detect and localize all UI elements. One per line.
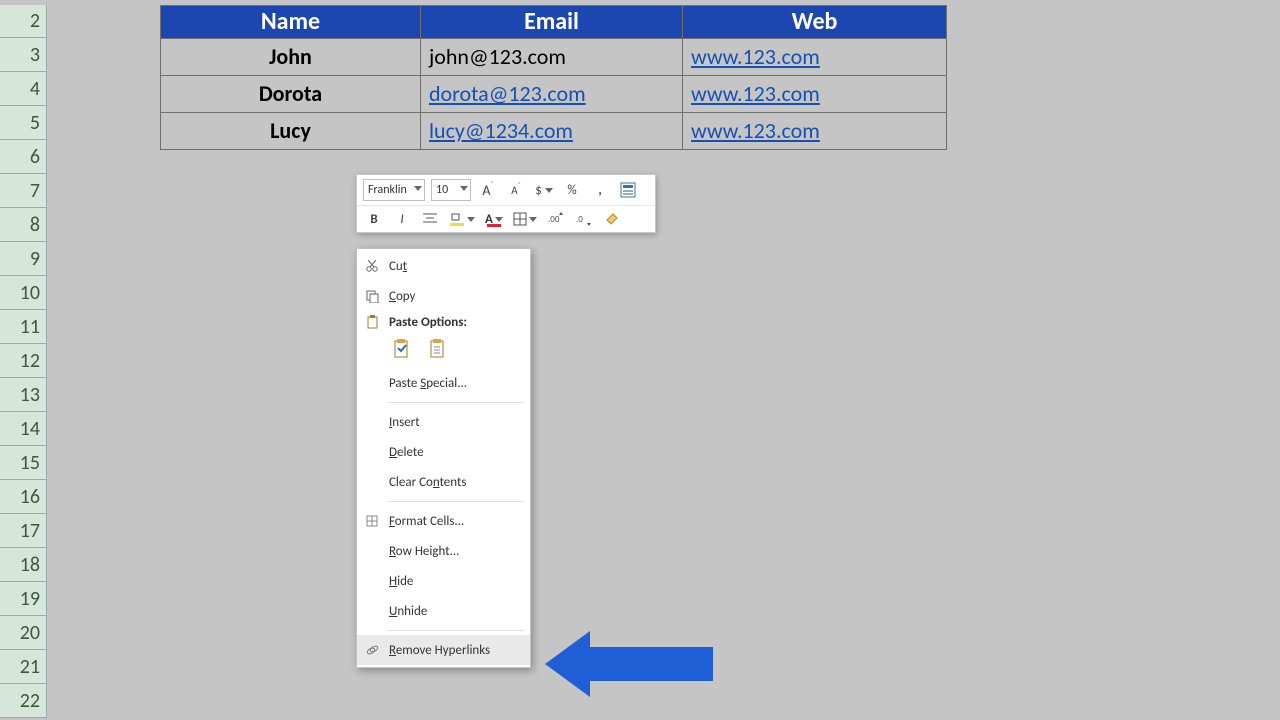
- format-painter-button[interactable]: [601, 210, 623, 228]
- mini-toolbar: Franklin 10 Aˆ Aˇ $ % , B I: [356, 174, 656, 233]
- row-header[interactable]: 20: [0, 616, 47, 650]
- row-header[interactable]: 8: [0, 208, 47, 242]
- row-header[interactable]: 3: [0, 38, 47, 72]
- svg-text:.00: .00: [548, 214, 560, 225]
- menu-insert-label: Insert: [389, 415, 522, 430]
- row-header[interactable]: 13: [0, 378, 47, 412]
- menu-unhide-label: Unhide: [389, 604, 522, 619]
- data-table: Name Email Web Johnjohn@123.comwww.123.c…: [160, 5, 947, 150]
- row-header[interactable]: 4: [0, 72, 47, 106]
- font-name-value: Franklin: [368, 183, 407, 197]
- increase-decimal-button[interactable]: .00: [545, 210, 567, 228]
- italic-button[interactable]: I: [391, 210, 413, 228]
- row-header[interactable]: 10: [0, 276, 47, 310]
- menu-clear-contents[interactable]: Clear Contents: [357, 467, 530, 497]
- cell-name[interactable]: John: [161, 39, 421, 76]
- row-header[interactable]: 9: [0, 242, 47, 276]
- menu-copy-label: Copy: [389, 289, 522, 304]
- col-header-name[interactable]: Name: [161, 6, 421, 39]
- row-header[interactable]: 17: [0, 514, 47, 548]
- menu-row-height-label: Row Height...: [389, 544, 522, 559]
- shrink-font-button[interactable]: Aˇ: [505, 181, 527, 199]
- menu-format-cells-label: Format Cells...: [389, 514, 522, 529]
- row-header[interactable]: 14: [0, 412, 47, 446]
- menu-remove-hyperlinks-label: Remove Hyperlinks: [389, 643, 522, 658]
- menu-cut[interactable]: Cut: [357, 251, 530, 281]
- font-color-button[interactable]: A: [483, 210, 505, 228]
- col-header-web[interactable]: Web: [683, 6, 947, 39]
- menu-format-cells[interactable]: Format Cells...: [357, 506, 530, 536]
- remove-hyperlink-icon: [363, 643, 381, 657]
- comma-format-button[interactable]: ,: [589, 181, 611, 199]
- format-cells-icon: [363, 515, 381, 527]
- menu-separator: [387, 501, 524, 502]
- font-size-value: 10: [436, 183, 448, 197]
- fill-color-button[interactable]: [447, 210, 477, 228]
- row-header[interactable]: 5: [0, 106, 47, 140]
- menu-paste-special[interactable]: Paste Special...: [357, 368, 530, 398]
- font-name-selector[interactable]: Franklin: [363, 179, 425, 201]
- row-header[interactable]: 7: [0, 174, 47, 208]
- menu-separator: [387, 630, 524, 631]
- row-header[interactable]: 22: [0, 684, 47, 718]
- cell-email[interactable]: john@123.com: [421, 39, 683, 76]
- menu-delete-label: Delete: [389, 445, 522, 460]
- menu-remove-hyperlinks[interactable]: Remove Hyperlinks: [357, 635, 530, 665]
- cell-name[interactable]: Dorota: [161, 76, 421, 113]
- row-header[interactable]: 21: [0, 650, 47, 684]
- table-row: Lucylucy@1234.comwww.123.com: [161, 113, 947, 150]
- menu-separator: [387, 402, 524, 403]
- row-header[interactable]: 18: [0, 548, 47, 582]
- row-header[interactable]: 2: [0, 5, 47, 38]
- conditional-format-button[interactable]: [617, 181, 639, 199]
- context-menu: Cut Copy Paste Options: Paste Special...: [356, 248, 531, 668]
- row-header[interactable]: 6: [0, 140, 47, 174]
- menu-paste-options-header: Paste Options:: [357, 311, 530, 330]
- row-header[interactable]: 11: [0, 310, 47, 344]
- percent-format-button[interactable]: %: [561, 181, 583, 199]
- spreadsheet-area: 2345678910111213141516171819202122 Name …: [0, 0, 1280, 720]
- scissors-icon: [363, 259, 381, 273]
- menu-row-height[interactable]: Row Height...: [357, 536, 530, 566]
- paste-default-button[interactable]: [389, 336, 415, 362]
- borders-button[interactable]: [511, 210, 539, 228]
- col-header-email[interactable]: Email: [421, 6, 683, 39]
- paste-values-button[interactable]: [425, 336, 451, 362]
- cell-name[interactable]: Lucy: [161, 113, 421, 150]
- row-header[interactable]: 12: [0, 344, 47, 378]
- decrease-decimal-button[interactable]: .0: [573, 210, 595, 228]
- cell-email[interactable]: lucy@1234.com: [421, 113, 683, 150]
- grow-font-button[interactable]: Aˆ: [477, 181, 499, 199]
- cell-web[interactable]: www.123.com: [683, 39, 947, 76]
- chevron-down-icon: [460, 186, 468, 191]
- menu-insert[interactable]: Insert: [357, 407, 530, 437]
- row-header[interactable]: 19: [0, 582, 47, 616]
- menu-paste-special-label: Paste Special...: [389, 376, 522, 391]
- menu-unhide[interactable]: Unhide: [357, 596, 530, 626]
- menu-clear-contents-label: Clear Contents: [389, 475, 522, 490]
- copy-icon: [363, 289, 381, 303]
- table-header-row: Name Email Web: [161, 6, 947, 39]
- svg-text:.0: .0: [576, 214, 583, 225]
- row-header-column: 2345678910111213141516171819202122: [0, 0, 47, 720]
- align-center-button[interactable]: [419, 210, 441, 228]
- menu-paste-options-label: Paste Options:: [389, 315, 467, 330]
- menu-delete[interactable]: Delete: [357, 437, 530, 467]
- menu-hide[interactable]: Hide: [357, 566, 530, 596]
- font-size-selector[interactable]: 10: [431, 179, 471, 201]
- menu-copy[interactable]: Copy: [357, 281, 530, 311]
- row-header[interactable]: 15: [0, 446, 47, 480]
- chevron-down-icon: [414, 186, 422, 191]
- bold-button[interactable]: B: [363, 210, 385, 228]
- cell-web[interactable]: www.123.com: [683, 113, 947, 150]
- cell-web[interactable]: www.123.com: [683, 76, 947, 113]
- menu-hide-label: Hide: [389, 574, 522, 589]
- table-row: Johnjohn@123.comwww.123.com: [161, 39, 947, 76]
- accounting-format-button[interactable]: $: [533, 181, 555, 199]
- menu-cut-label: Cut: [389, 259, 522, 274]
- row-header[interactable]: 16: [0, 480, 47, 514]
- table-row: Dorotadorota@123.comwww.123.com: [161, 76, 947, 113]
- cell-email[interactable]: dorota@123.com: [421, 76, 683, 113]
- clipboard-icon: [363, 315, 381, 329]
